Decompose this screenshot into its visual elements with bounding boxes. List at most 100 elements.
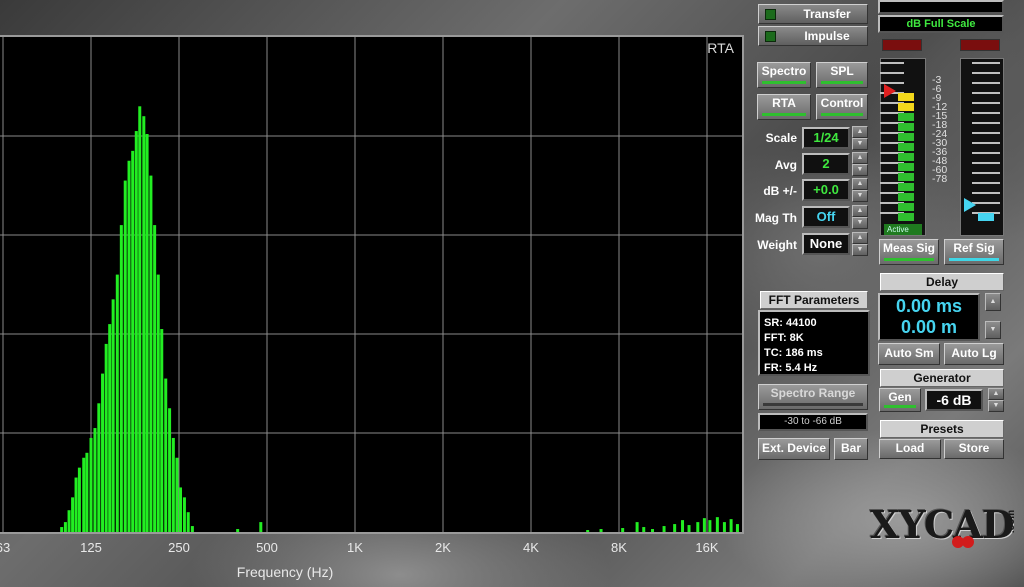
spl-button[interactable]: SPL: [816, 62, 868, 88]
rta-plot[interactable]: RTA: [0, 35, 744, 534]
x-tick-label: 1K: [347, 540, 363, 555]
mag-threshold-value[interactable]: Off: [802, 206, 850, 228]
rta-bar: [74, 477, 78, 532]
ref-sig-label: Ref Sig: [953, 241, 995, 255]
rta-button[interactable]: RTA: [757, 94, 811, 120]
down-arrow-icon[interactable]: ▼: [852, 138, 868, 150]
meas-peak-marker-icon[interactable]: [884, 84, 896, 98]
rta-bar: [186, 512, 190, 532]
rta-bar: [67, 510, 71, 532]
rta-bar: [642, 527, 646, 532]
down-arrow-icon[interactable]: ▼: [988, 400, 1004, 412]
ref-sig-button[interactable]: Ref Sig: [944, 239, 1004, 265]
store-preset-button[interactable]: Store: [944, 439, 1004, 459]
x-tick-label: 125: [80, 540, 102, 555]
rta-bar: [104, 343, 108, 532]
spectro-range-value: -30 to -66 dB: [758, 413, 868, 431]
delay-readout[interactable]: 0.00 ms 0.00 m: [878, 293, 980, 341]
spectro-button[interactable]: Spectro: [757, 62, 811, 88]
meas-meter-segment: [898, 103, 914, 111]
scale-value[interactable]: 1/24: [802, 127, 850, 149]
down-arrow-icon[interactable]: ▼: [852, 190, 868, 202]
up-arrow-icon[interactable]: ▲: [852, 178, 868, 190]
up-arrow-icon[interactable]: ▲: [988, 388, 1004, 400]
meter-tick: [972, 182, 1000, 184]
impulse-mode-button[interactable]: Impulse: [758, 26, 868, 46]
ext-device-button[interactable]: Ext. Device: [758, 438, 830, 460]
rta-label: RTA: [772, 96, 796, 110]
fft-size: FFT: 8K: [764, 332, 804, 344]
down-arrow-icon[interactable]: ▼: [852, 164, 868, 176]
rta-bar: [171, 437, 175, 532]
rta-bar: [82, 457, 86, 532]
rta-bar: [259, 522, 263, 532]
load-preset-button[interactable]: Load: [879, 439, 941, 459]
up-arrow-icon[interactable]: ▲: [852, 126, 868, 138]
rta-chart: [0, 37, 742, 532]
meter-tick: [972, 72, 1000, 74]
meas-sig-label: Meas Sig: [882, 241, 936, 255]
spectro-label: Spectro: [761, 64, 807, 78]
generator-header: Generator: [880, 369, 1004, 387]
scale-stepper[interactable]: ▲ ▼: [852, 126, 868, 150]
avg-stepper[interactable]: ▲ ▼: [852, 152, 868, 176]
db-offset-value[interactable]: +0.0: [802, 179, 850, 201]
rta-bar: [179, 487, 183, 532]
x-tick-label: 8K: [611, 540, 627, 555]
meter-tick: [972, 92, 1000, 94]
meas-meter-segment: [898, 173, 914, 181]
ref-meter-segment: [978, 213, 994, 221]
fft-sample-rate: SR: 44100: [764, 317, 817, 329]
rta-bar: [145, 134, 149, 532]
down-arrow-icon[interactable]: ▼: [852, 244, 868, 256]
meas-sig-button[interactable]: Meas Sig: [879, 239, 939, 265]
weight-value[interactable]: None: [802, 233, 850, 255]
delay-header: Delay: [880, 273, 1004, 291]
meter-tick: [972, 142, 1000, 144]
rta-bar: [108, 324, 112, 532]
rta-bar: [729, 519, 733, 532]
weight-stepper[interactable]: ▲ ▼: [852, 232, 868, 256]
meter-tick: [972, 62, 1000, 64]
rta-bar: [131, 150, 135, 532]
avg-value[interactable]: 2: [802, 153, 850, 175]
delay-m-value: 0.00 m: [900, 317, 958, 337]
meter-tick: [972, 162, 1000, 164]
x-tick-label: 4K: [523, 540, 539, 555]
db-offset-stepper[interactable]: ▲ ▼: [852, 178, 868, 202]
meter-tick: [972, 202, 1000, 204]
meter-active-label: Active: [884, 224, 922, 235]
up-arrow-icon[interactable]: ▲: [852, 205, 868, 217]
ref-peak-marker-icon[interactable]: [964, 198, 976, 212]
down-arrow-icon[interactable]: ▼: [985, 321, 1001, 339]
generator-level-value[interactable]: -6 dB: [925, 389, 983, 411]
control-button[interactable]: Control: [816, 94, 868, 120]
x-tick-label: 63: [0, 540, 11, 555]
gen-button[interactable]: Gen: [879, 388, 921, 412]
up-arrow-icon[interactable]: ▲: [852, 232, 868, 244]
fft-parameters-box: SR: 44100 FFT: 8K TC: 186 ms FR: 5.4 Hz: [758, 310, 870, 376]
rta-bar: [621, 528, 625, 532]
bar-button[interactable]: Bar: [834, 438, 868, 460]
x-tick-label: 250: [168, 540, 190, 555]
rta-bar: [702, 518, 706, 532]
fft-parameters-header: FFT Parameters: [760, 291, 868, 309]
meter-tick: [972, 122, 1000, 124]
generator-level-stepper[interactable]: ▲ ▼: [988, 388, 1004, 412]
delay-stepper[interactable]: ▲ ▼: [985, 293, 1001, 339]
down-arrow-icon[interactable]: ▼: [852, 217, 868, 229]
transfer-mode-button[interactable]: Transfer: [758, 4, 868, 24]
rta-bar: [60, 527, 64, 532]
rta-bar: [164, 378, 168, 532]
up-arrow-icon[interactable]: ▲: [852, 152, 868, 164]
meter-tick: [972, 112, 1000, 114]
mag-threshold-stepper[interactable]: ▲ ▼: [852, 205, 868, 229]
meter-tick: [972, 132, 1000, 134]
mag-threshold-label: Mag Th: [755, 211, 797, 225]
rta-bar: [651, 529, 655, 532]
rta-bar: [93, 428, 97, 532]
auto-small-button[interactable]: Auto Sm: [878, 343, 940, 365]
up-arrow-icon[interactable]: ▲: [985, 293, 1001, 311]
auto-large-button[interactable]: Auto Lg: [944, 343, 1004, 365]
spectro-range-button[interactable]: Spectro Range: [758, 384, 868, 410]
